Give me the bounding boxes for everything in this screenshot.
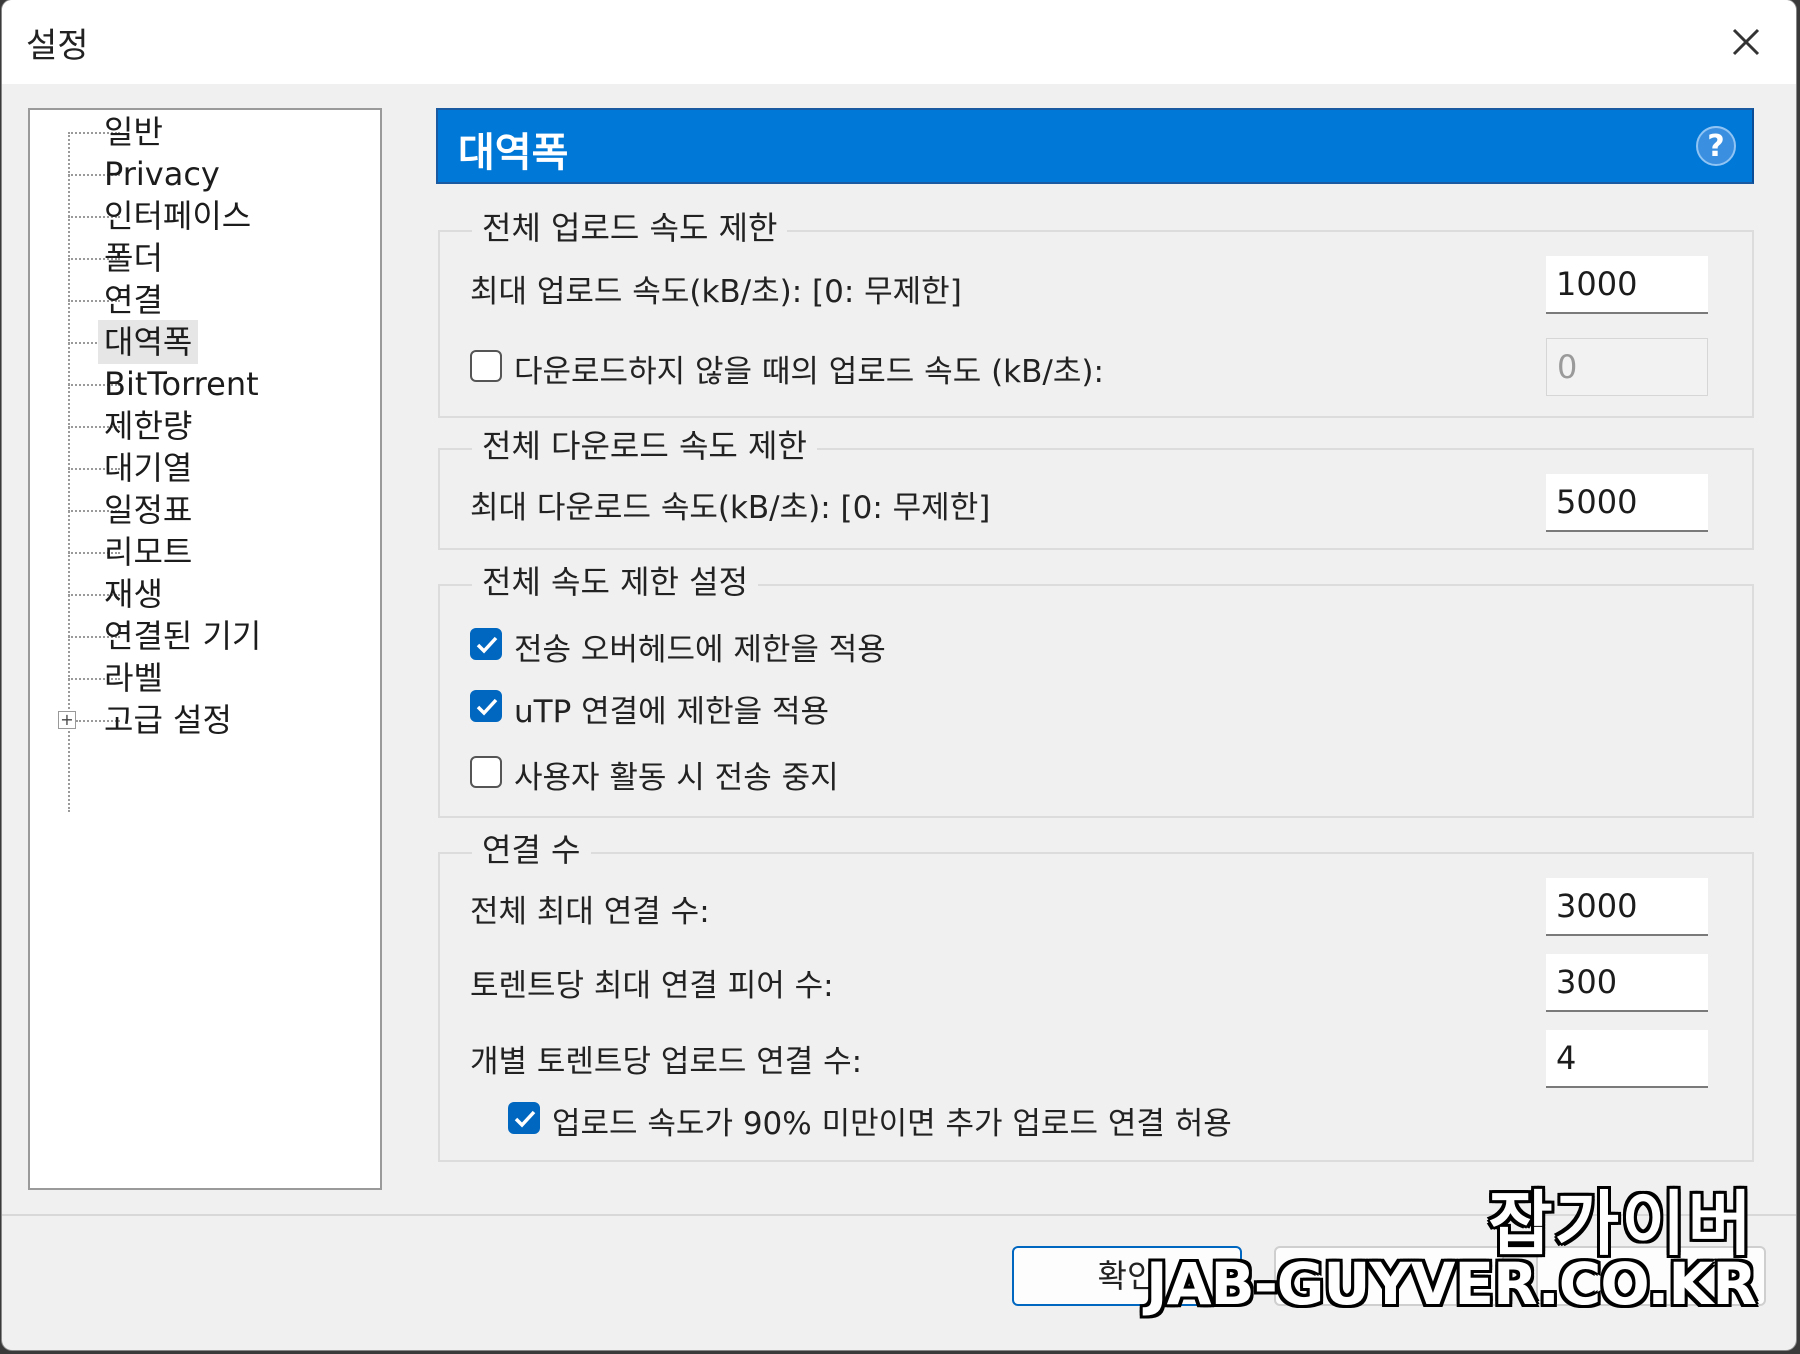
tree-item-label: 라벨: [104, 659, 163, 697]
global-group-title: 전체 속도 제한 설정: [472, 562, 759, 602]
idle-upload-input[interactable]: [1546, 338, 1708, 396]
help-icon[interactable]: ?: [1696, 126, 1736, 166]
max-download-label: 최대 다운로드 속도(kB/초): [0: 무제한]: [470, 490, 991, 526]
overhead-checkbox[interactable]: [470, 628, 502, 660]
download-group-title: 전체 다운로드 속도 제한: [472, 426, 817, 466]
window-title: 설정: [26, 26, 89, 66]
tree-item-label: 재생: [104, 575, 163, 613]
checkmark-icon: [476, 698, 498, 716]
tree-item-label: Privacy: [104, 155, 220, 193]
pause-on-activity-label: 사용자 활동 시 전송 중지: [514, 760, 839, 796]
tree-item-label: 고급 설정: [104, 701, 232, 739]
tree-item-label: 인터페이스: [104, 197, 252, 235]
title-bar: 설정: [2, 0, 1796, 84]
tree-item-bittorrent[interactable]: BitTorrent: [30, 362, 360, 406]
upload-group-title: 전체 업로드 속도 제한: [472, 208, 788, 248]
expand-plus-icon[interactable]: +: [58, 711, 76, 729]
pause-on-activity-checkbox[interactable]: [470, 756, 502, 788]
tree-item-label: 폴더: [104, 239, 163, 277]
tree-item-folders[interactable]: 폴더: [30, 236, 360, 280]
extra-slots-checkbox[interactable]: [508, 1102, 540, 1134]
extra-slots-label: 업로드 속도가 90% 미만이면 추가 업로드 연결 허용: [552, 1106, 1232, 1142]
tree-item-label: 리모트: [104, 533, 193, 571]
global-max-connections-label: 전체 최대 연결 수:: [470, 894, 710, 930]
connections-group-title: 연결 수: [472, 830, 591, 870]
tree-item-bandwidth[interactable]: 대역폭: [30, 320, 360, 364]
checkmark-icon: [514, 1110, 536, 1128]
tree-item-remote[interactable]: 리모트: [30, 530, 360, 574]
panel-header: 대역폭 ?: [436, 108, 1754, 184]
tree-item-label: 제한량: [104, 407, 193, 445]
tree-item-advanced[interactable]: + 고급 설정: [30, 698, 360, 742]
max-upload-input[interactable]: [1546, 256, 1708, 314]
tree-item-label: 일반: [104, 113, 163, 151]
max-upload-label: 최대 업로드 속도(kB/초): [0: 무제한]: [470, 274, 962, 310]
tree-item-label: 일정표: [104, 491, 193, 529]
idle-upload-checkbox[interactable]: [470, 350, 502, 382]
tree-item-transfer-cap[interactable]: 제한량: [30, 404, 360, 448]
tree-item-label: 대기열: [104, 449, 193, 487]
tree-item-label: BitTorrent: [104, 365, 259, 403]
max-download-input[interactable]: [1546, 474, 1708, 532]
close-button[interactable]: [1716, 14, 1776, 70]
category-tree: 일반 Privacy 인터페이스 폴더 연결 대역폭 BitTorrent 제한…: [28, 108, 382, 1190]
checkmark-icon: [476, 636, 498, 654]
tree-item-queueing[interactable]: 대기열: [30, 446, 360, 490]
idle-upload-label: 다운로드하지 않을 때의 업로드 속도 (kB/초):: [514, 354, 1104, 390]
overhead-label: 전송 오버헤드에 제한을 적용: [514, 632, 886, 668]
per-torrent-peers-label: 토렌트당 최대 연결 피어 수:: [470, 968, 834, 1004]
tree-item-general[interactable]: 일반: [30, 110, 360, 154]
tree-item-label: 연결된 기기: [104, 617, 262, 655]
utp-checkbox[interactable]: [470, 690, 502, 722]
settings-dialog: 설정 일반 Privacy 인터페이스 폴더 연결 대역폭 BitTorrent…: [2, 0, 1796, 1350]
tree-item-scheduler[interactable]: 일정표: [30, 488, 360, 532]
tree-item-label: 연결: [104, 281, 163, 319]
tree-item-connection[interactable]: 연결: [30, 278, 360, 322]
upload-slots-label: 개별 토렌트당 업로드 연결 수:: [470, 1044, 863, 1080]
panel-title: 대역폭: [458, 130, 569, 176]
upload-slots-input[interactable]: [1546, 1030, 1708, 1088]
tree-item-label: 대역폭: [98, 320, 199, 364]
utp-label: uTP 연결에 제한을 적용: [514, 694, 829, 730]
tree-item-paired-devices[interactable]: 연결된 기기: [30, 614, 360, 658]
close-icon: [1732, 28, 1760, 56]
tree-item-playback[interactable]: 재생: [30, 572, 360, 616]
global-max-connections-input[interactable]: [1546, 878, 1708, 936]
tree-item-privacy[interactable]: Privacy: [30, 152, 360, 196]
tree-item-interface[interactable]: 인터페이스: [30, 194, 360, 238]
tree-item-labels[interactable]: 라벨: [30, 656, 360, 700]
watermark-url: JAB-GUYVER.CO.KR: [1146, 1250, 1757, 1318]
per-torrent-peers-input[interactable]: [1546, 954, 1708, 1012]
